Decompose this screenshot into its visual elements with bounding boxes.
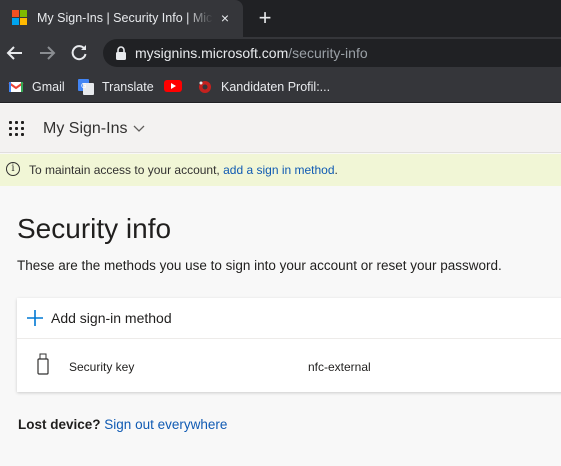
page-description: These are the methods you use to sign in… [17, 258, 502, 273]
plus-icon [27, 310, 43, 326]
browser-tab[interactable]: My Sign-Ins | Security Info | Microsoft … [0, 0, 243, 37]
youtube-icon [164, 79, 182, 95]
lock-icon[interactable] [115, 46, 127, 60]
bookmark-label: Kandidaten Profil:... [221, 80, 331, 94]
method-row: Security key nfc-external [17, 340, 561, 392]
browser-toolbar: mysignins.microsoft.com/security-info [0, 37, 561, 70]
methods-card: Add sign-in method Security key nfc-exte… [17, 298, 561, 392]
bookmark-youtube[interactable] [164, 77, 188, 97]
lost-device-section: Lost device? Sign out everywhere [18, 417, 227, 432]
tab-title: My Sign-Ins | Security Info | Microsoft [37, 11, 213, 25]
bookmark-label: Gmail [32, 80, 65, 94]
bookmark-translate[interactable]: G Translate [78, 77, 154, 97]
banner-text: To maintain access to your account, [29, 163, 224, 177]
app-title: My Sign-Ins [43, 120, 128, 137]
banner-suffix: . [334, 163, 338, 177]
profile-site-icon [197, 79, 213, 95]
url-text: mysignins.microsoft.com/security-info [135, 45, 368, 61]
usb-security-key-icon [37, 353, 49, 375]
forward-arrow-icon[interactable] [35, 41, 59, 65]
app-launcher-icon[interactable] [9, 121, 25, 137]
chevron-down-icon [134, 125, 145, 132]
add-sign-in-method-label: Add sign-in method [51, 310, 172, 326]
back-arrow-icon[interactable] [3, 41, 27, 65]
lost-device-label: Lost device? [18, 417, 101, 432]
address-bar[interactable]: mysignins.microsoft.com/security-info [103, 39, 561, 67]
bookmarks-bar: Gmail G Translate Kandidaten Profil:... [0, 70, 561, 103]
google-translate-icon: G [78, 79, 94, 95]
microsoft-logo-icon [12, 10, 28, 26]
bookmark-label: Translate [102, 80, 154, 94]
banner-message: To maintain access to your account, add … [29, 163, 338, 177]
add-sign-in-method-link[interactable]: add a sign in method [223, 163, 334, 177]
app-header: My Sign-Ins [0, 104, 561, 153]
svg-text:G: G [81, 82, 86, 90]
add-sign-in-method-button[interactable]: Add sign-in method [17, 298, 561, 339]
page-title: Security info [17, 213, 172, 244]
gmail-icon [8, 79, 24, 95]
method-value: nfc-external [308, 360, 371, 374]
method-type: Security key [69, 360, 135, 374]
app-title-menu[interactable]: My Sign-Ins [43, 120, 145, 138]
close-tab-icon[interactable]: × [216, 9, 234, 27]
url-host: mysignins.microsoft.com [135, 45, 289, 61]
new-tab-icon[interactable]: + [253, 6, 277, 30]
bookmark-profile[interactable]: Kandidaten Profil:... [197, 77, 330, 97]
info-icon: i [6, 162, 20, 176]
browser-tab-strip: My Sign-Ins | Security Info | Microsoft … [0, 0, 561, 37]
bookmark-gmail[interactable]: Gmail [8, 77, 65, 97]
info-banner: i To maintain access to your account, ad… [0, 154, 561, 186]
url-path: /security-info [288, 45, 368, 61]
reload-icon[interactable] [67, 41, 91, 65]
sign-out-everywhere-link[interactable]: Sign out everywhere [104, 417, 227, 432]
